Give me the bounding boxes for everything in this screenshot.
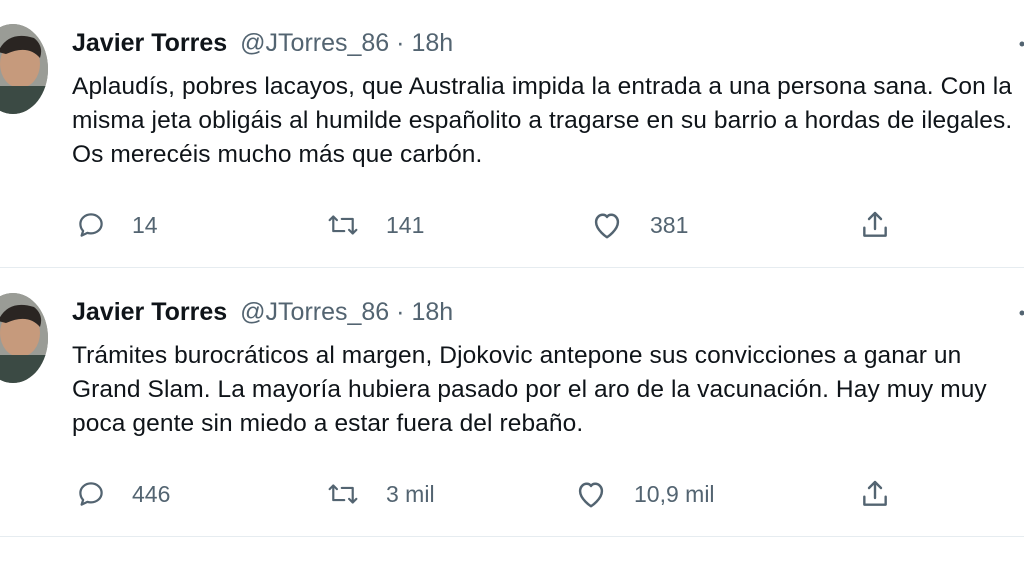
retweet-icon — [326, 479, 360, 509]
separator-dot: · — [396, 29, 405, 57]
more-icon[interactable] — [1010, 309, 1024, 333]
timestamp[interactable]: 18h — [411, 298, 453, 326]
reply-count: 446 — [132, 480, 171, 507]
like-count: 10,9 mil — [634, 480, 715, 507]
tweet-feed: Javier Torres @JTorres_86 · 18h Aplaudís… — [0, 0, 1024, 576]
like-count: 381 — [650, 211, 689, 238]
tweet-header: Javier Torres @JTorres_86 · 18h — [72, 297, 453, 327]
like-icon — [574, 479, 608, 509]
more-icon[interactable] — [1010, 40, 1024, 64]
share-button[interactable] — [858, 205, 892, 245]
like-button[interactable]: 381 — [590, 205, 688, 245]
reply-button[interactable]: 14 — [76, 205, 158, 245]
retweet-count: 3 mil — [386, 480, 435, 507]
tweet-actions: 14 141 381 — [72, 205, 912, 245]
retweet-button[interactable]: 3 mil — [326, 474, 435, 514]
reply-button[interactable]: 446 — [76, 474, 170, 514]
tweet[interactable]: Javier Torres @JTorres_86 · 18h Trámites… — [0, 269, 1024, 537]
timestamp[interactable]: 18h — [411, 29, 453, 57]
retweet-icon — [326, 210, 360, 240]
reply-icon — [76, 210, 106, 240]
share-icon — [858, 478, 892, 510]
author-handle[interactable]: @JTorres_86 — [240, 298, 389, 326]
avatar[interactable] — [0, 293, 48, 383]
author-handle[interactable]: @JTorres_86 — [240, 29, 389, 57]
retweet-button[interactable]: 141 — [326, 205, 424, 245]
avatar[interactable] — [0, 24, 48, 114]
tweet-header: Javier Torres @JTorres_86 · 18h — [72, 28, 453, 58]
tweet[interactable]: Javier Torres @JTorres_86 · 18h Aplaudís… — [0, 0, 1024, 268]
tweet-text: Aplaudís, pobres lacayos, que Australia … — [72, 73, 1013, 168]
like-icon — [590, 210, 624, 240]
share-icon — [858, 209, 892, 241]
reply-count: 14 — [132, 211, 158, 238]
tweet-text: Trámites burocráticos al margen, Djokovi… — [72, 342, 987, 437]
share-button[interactable] — [858, 474, 892, 514]
tweet-actions: 446 3 mil 10,9 mil — [72, 474, 912, 514]
like-button[interactable]: 10,9 mil — [574, 474, 715, 514]
retweet-count: 141 — [386, 211, 425, 238]
author-name[interactable]: Javier Torres — [72, 29, 227, 57]
separator-dot: · — [396, 298, 405, 326]
reply-icon — [76, 479, 106, 509]
author-name[interactable]: Javier Torres — [72, 298, 227, 326]
